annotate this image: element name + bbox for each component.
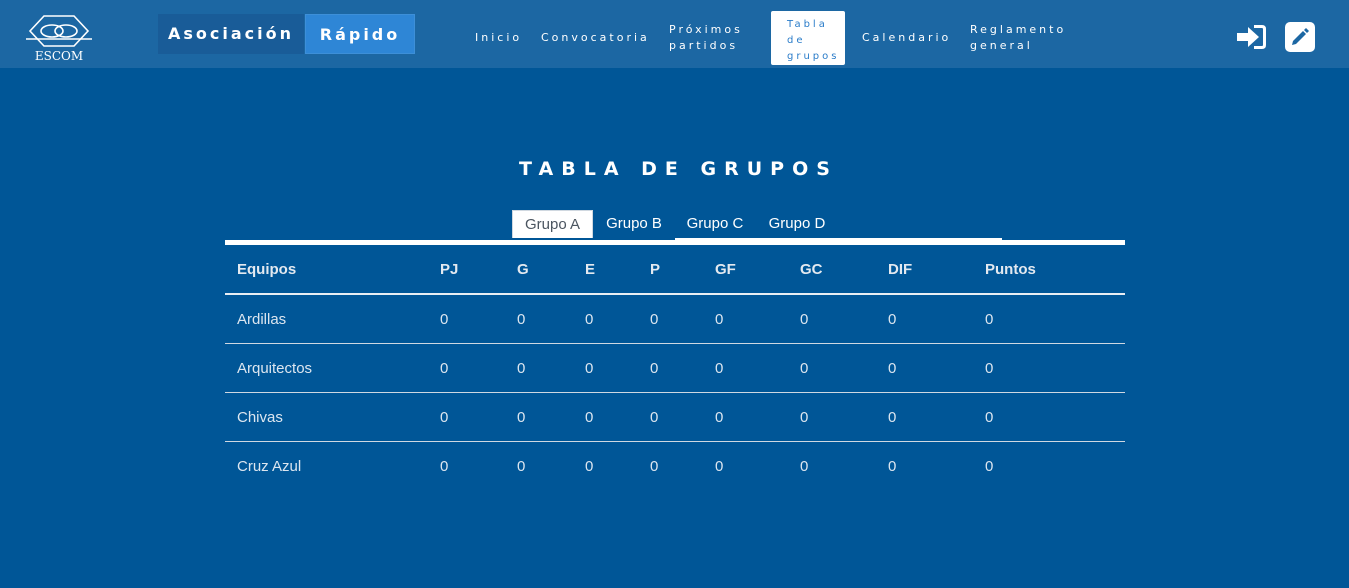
table-cell: 0 bbox=[517, 409, 526, 426]
page-title: TABLA DE GRUPOS bbox=[519, 158, 838, 180]
table-cell: 0 bbox=[715, 360, 724, 377]
table-row: Chivas 0 0 0 0 0 0 0 0 bbox=[225, 393, 1125, 442]
column-header: DIF bbox=[888, 261, 913, 278]
nav-inicio[interactable]: Inicio bbox=[475, 30, 522, 46]
brand-asociacion[interactable]: Asociación bbox=[158, 14, 304, 54]
nav-label-line: Tabla bbox=[787, 19, 828, 30]
table-cell: 0 bbox=[440, 360, 449, 377]
table-cell: 0 bbox=[517, 360, 526, 377]
brand-rapido[interactable]: Rápido bbox=[305, 14, 415, 54]
table-row: Cruz Azul 0 0 0 0 0 0 0 0 bbox=[225, 442, 1125, 491]
pencil-square-icon[interactable] bbox=[1285, 22, 1315, 52]
nav-label-line: Reglamento bbox=[970, 23, 1067, 36]
tab-grupo-b[interactable]: Grupo B bbox=[598, 210, 670, 238]
tab-grupo-a[interactable]: Grupo A bbox=[512, 210, 593, 238]
table-cell: 0 bbox=[888, 409, 897, 426]
nav-label-line: grupos bbox=[787, 51, 840, 62]
logo-text: ESCOM bbox=[34, 49, 84, 63]
table-cell: 0 bbox=[650, 458, 659, 475]
table-cell: 0 bbox=[715, 409, 724, 426]
column-header: Puntos bbox=[985, 261, 1036, 278]
table-cell: 0 bbox=[985, 409, 994, 426]
table-cell: 0 bbox=[585, 409, 594, 426]
table-cell: 0 bbox=[585, 311, 594, 328]
escom-logo[interactable]: ESCOM bbox=[22, 12, 96, 64]
nav-label-line: general bbox=[970, 39, 1033, 52]
team-name: Chivas bbox=[237, 409, 283, 426]
table-cell: 0 bbox=[800, 458, 809, 475]
table-row: Arquitectos 0 0 0 0 0 0 0 0 bbox=[225, 344, 1125, 393]
nav-convocatoria[interactable]: Convocatoria bbox=[541, 30, 650, 46]
table-cell: 0 bbox=[888, 360, 897, 377]
table-cell: 0 bbox=[650, 311, 659, 328]
nav-label-line: Próximos bbox=[669, 23, 743, 36]
table-cell: 0 bbox=[440, 458, 449, 475]
column-header: GC bbox=[800, 261, 823, 278]
column-header: GF bbox=[715, 261, 736, 278]
standings-table: Equipos PJ G E P GF GC DIF Puntos Ardill… bbox=[225, 245, 1125, 491]
column-header: Equipos bbox=[237, 261, 297, 278]
table-cell: 0 bbox=[800, 360, 809, 377]
nav-label-line: partidos bbox=[669, 39, 739, 52]
nav-reglamento-general[interactable]: Reglamento general bbox=[970, 22, 1066, 54]
nav-calendario[interactable]: Calendario bbox=[862, 30, 951, 46]
nav-proximos-partidos[interactable]: Próximos partidos bbox=[669, 22, 743, 54]
table-header-row: Equipos PJ G E P GF GC DIF Puntos bbox=[225, 245, 1125, 295]
column-header: G bbox=[517, 261, 529, 278]
table-cell: 0 bbox=[650, 409, 659, 426]
top-navbar: ESCOM Asociación Rápido Inicio Convocato… bbox=[0, 0, 1349, 68]
group-tabs: Grupo A Grupo B Grupo C Grupo D bbox=[0, 210, 1349, 240]
column-header: PJ bbox=[440, 261, 459, 278]
table-cell: 0 bbox=[800, 409, 809, 426]
table-cell: 0 bbox=[888, 458, 897, 475]
table-cell: 0 bbox=[650, 360, 659, 377]
table-row: Ardillas 0 0 0 0 0 0 0 0 bbox=[225, 295, 1125, 344]
nav-tabla-de-grupos[interactable]: Tabla de grupos bbox=[771, 11, 845, 65]
tab-grupo-c[interactable]: Grupo C bbox=[679, 210, 751, 238]
table-cell: 0 bbox=[715, 458, 724, 475]
table-cell: 0 bbox=[888, 311, 897, 328]
table-cell: 0 bbox=[985, 311, 994, 328]
table-cell: 0 bbox=[585, 458, 594, 475]
table-cell: 0 bbox=[585, 360, 594, 377]
sign-in-icon[interactable] bbox=[1236, 23, 1267, 51]
table-cell: 0 bbox=[440, 311, 449, 328]
column-header: E bbox=[585, 261, 596, 278]
team-name: Arquitectos bbox=[237, 360, 313, 377]
table-cell: 0 bbox=[517, 311, 526, 328]
table-cell: 0 bbox=[800, 311, 809, 328]
table-cell: 0 bbox=[440, 409, 449, 426]
tab-grupo-d[interactable]: Grupo D bbox=[760, 210, 834, 238]
column-header: P bbox=[650, 261, 661, 278]
table-cell: 0 bbox=[985, 458, 994, 475]
table-cell: 0 bbox=[985, 360, 994, 377]
table-cell: 0 bbox=[517, 458, 526, 475]
table-cell: 0 bbox=[715, 311, 724, 328]
escom-logo-icon bbox=[26, 15, 92, 47]
nav-label-line: de bbox=[787, 35, 806, 46]
team-name: Ardillas bbox=[237, 311, 287, 328]
team-name: Cruz Azul bbox=[237, 458, 302, 475]
